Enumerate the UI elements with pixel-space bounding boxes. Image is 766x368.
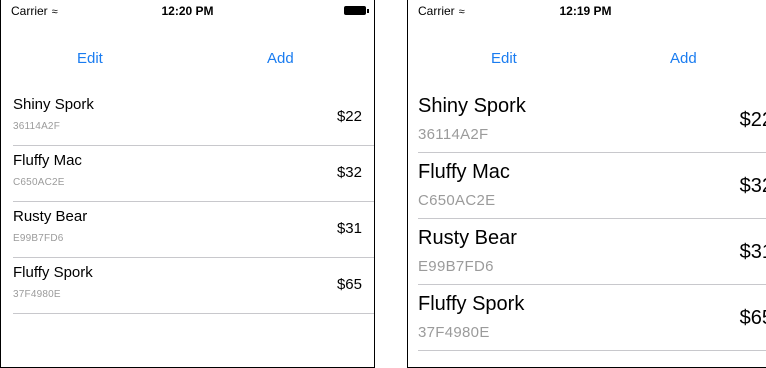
- edit-button[interactable]: Edit: [77, 50, 103, 67]
- item-price: $32: [336, 164, 362, 181]
- item-code: 36114A2F: [418, 126, 489, 143]
- status-time: 12:19 PM: [559, 4, 612, 18]
- battery-icon: [344, 6, 369, 15]
- item-code: 36114A2F: [13, 121, 61, 132]
- edit-button[interactable]: Edit: [491, 50, 517, 67]
- item-name: Rusty Bear: [13, 208, 88, 225]
- item-code: E99B7FD6: [418, 258, 494, 275]
- list-item[interactable]: Fluffy Mac C650AC2E $32: [408, 153, 766, 219]
- item-name: Shiny Spork: [418, 95, 526, 117]
- item-code: C650AC2E: [418, 192, 496, 209]
- phone-screen-left: Carrier ≈ 12:20 PM Edit Add Shiny Spork 3…: [0, 0, 375, 368]
- phone-screen-right: Carrier ≈ 12:19 PM Edit Add Shiny Spork 3…: [407, 0, 766, 368]
- row-separator: [418, 350, 766, 351]
- item-list: Shiny Spork 36114A2F $22 Fluffy Mac C650…: [408, 87, 766, 351]
- item-code: C650AC2E: [13, 177, 65, 188]
- item-code: 37F4980E: [418, 324, 490, 341]
- list-item[interactable]: Shiny Spork 36114A2F $22: [1, 90, 374, 146]
- list-item[interactable]: Rusty Bear E99B7FD6 $31: [408, 219, 766, 285]
- status-bar: Carrier ≈ 12:19 PM: [408, 0, 766, 20]
- list-item[interactable]: Fluffy Spork 37F4980E $65: [1, 258, 374, 314]
- item-price: $65: [739, 307, 766, 329]
- toolbar: Edit Add: [408, 44, 766, 74]
- item-code: E99B7FD6: [13, 233, 64, 244]
- item-name: Fluffy Mac: [13, 152, 82, 169]
- list-item[interactable]: Shiny Spork 36114A2F $22: [408, 87, 766, 153]
- list-item[interactable]: Rusty Bear E99B7FD6 $31: [1, 202, 374, 258]
- list-item[interactable]: Fluffy Mac C650AC2E $32: [1, 146, 374, 202]
- item-price: $22: [739, 109, 766, 131]
- add-button[interactable]: Add: [670, 50, 697, 67]
- status-time: 12:20 PM: [161, 4, 214, 18]
- item-price: $31: [739, 241, 766, 263]
- item-name: Fluffy Mac: [418, 161, 510, 183]
- row-separator: [13, 313, 374, 314]
- item-name: Fluffy Spork: [418, 293, 525, 315]
- item-price: $65: [336, 276, 362, 293]
- item-name: Rusty Bear: [418, 227, 517, 249]
- item-price: $31: [336, 220, 362, 237]
- toolbar: Edit Add: [1, 44, 374, 74]
- item-name: Shiny Spork: [13, 96, 94, 113]
- item-price: $22: [336, 108, 362, 125]
- item-name: Fluffy Spork: [13, 264, 93, 281]
- status-bar: Carrier ≈ 12:20 PM: [1, 0, 374, 20]
- list-item[interactable]: Fluffy Spork 37F4980E $65: [408, 285, 766, 351]
- add-button[interactable]: Add: [267, 50, 294, 67]
- item-price: $32: [739, 175, 766, 197]
- item-list: Shiny Spork 36114A2F $22 Fluffy Mac C650…: [1, 90, 374, 314]
- item-code: 37F4980E: [13, 289, 61, 300]
